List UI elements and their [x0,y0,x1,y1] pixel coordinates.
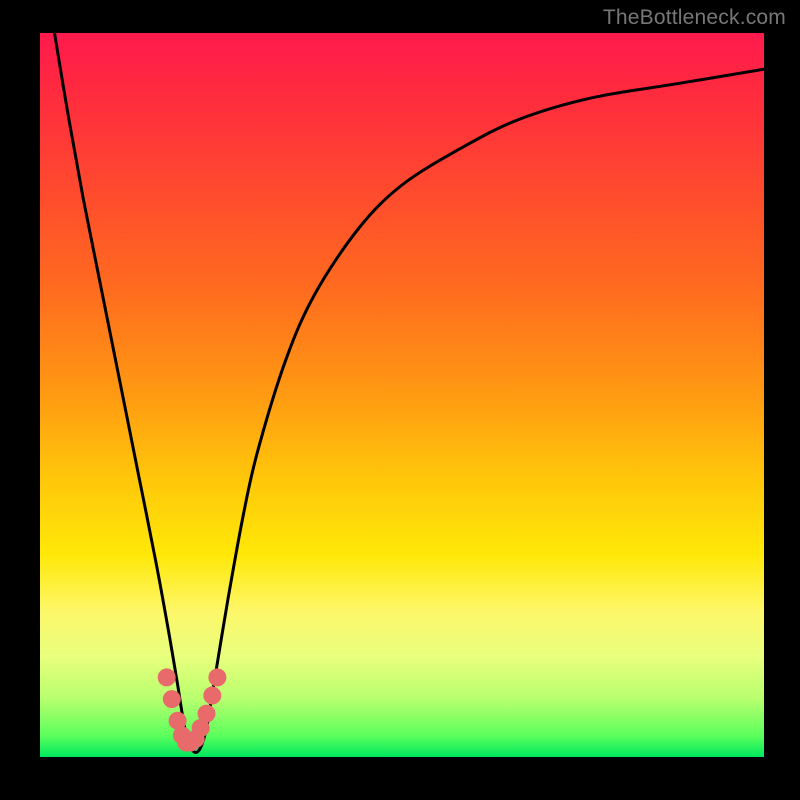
watermark-text: TheBottleneck.com [603,6,786,30]
chart-frame: TheBottleneck.com [0,0,800,800]
curve-layer [40,33,764,757]
marker-dot [163,690,181,708]
marker-dot [158,668,176,686]
marker-dot [198,705,216,723]
bottleneck-curve [55,33,765,753]
marker-dot [208,668,226,686]
bottleneck-markers [158,668,227,751]
marker-dot [203,687,221,705]
plot-area [40,33,764,757]
